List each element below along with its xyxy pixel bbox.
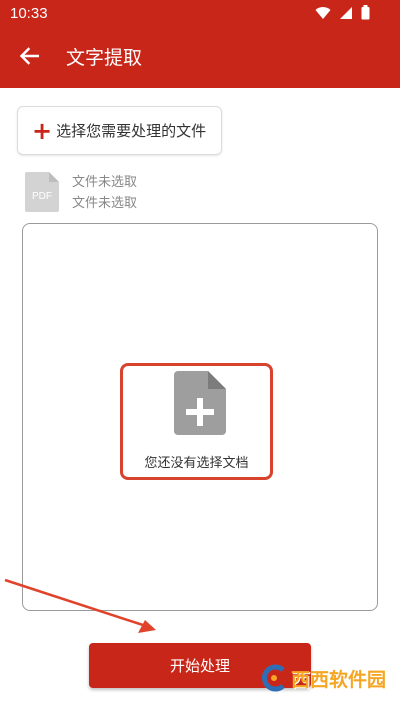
page-title: 文字提取	[66, 47, 143, 69]
select-file-label: 选择您需要处理的文件	[56, 122, 207, 140]
watermark-logo-icon	[262, 664, 285, 692]
annotation-arrow	[4, 578, 156, 633]
status-icons	[315, 5, 370, 24]
watermark-brand: 西西软件园	[290, 668, 386, 691]
file-status-line-1: 文件未选取	[72, 175, 138, 190]
start-processing-label: 开始处理	[169, 657, 230, 675]
app-bar: 文字提取	[0, 28, 400, 88]
select-file-button[interactable]: + 选择您需要处理的文件	[17, 106, 222, 155]
file-status-lines: 文件未选取 文件未选取	[72, 172, 137, 214]
signal-icon	[339, 5, 353, 24]
wifi-icon	[315, 5, 331, 24]
status-time: 10:33	[10, 5, 48, 22]
plus-icon: +	[32, 116, 53, 145]
add-document-icon	[174, 371, 226, 439]
file-info: PDF 文件未选取 文件未选取	[25, 172, 137, 214]
watermark: 西西软件园	[259, 663, 386, 693]
back-arrow-icon	[19, 47, 40, 69]
back-button[interactable]	[14, 44, 44, 72]
battery-icon	[361, 5, 370, 24]
add-document-target[interactable]: 您还没有选择文档	[120, 363, 273, 480]
pdf-file-icon: PDF	[25, 172, 59, 212]
file-status-line-2: 文件未选取	[72, 196, 138, 211]
status-bar: 10:33	[0, 0, 400, 28]
svg-text:PDF: PDF	[32, 191, 52, 202]
empty-document-text: 您还没有选择文档	[144, 456, 249, 471]
